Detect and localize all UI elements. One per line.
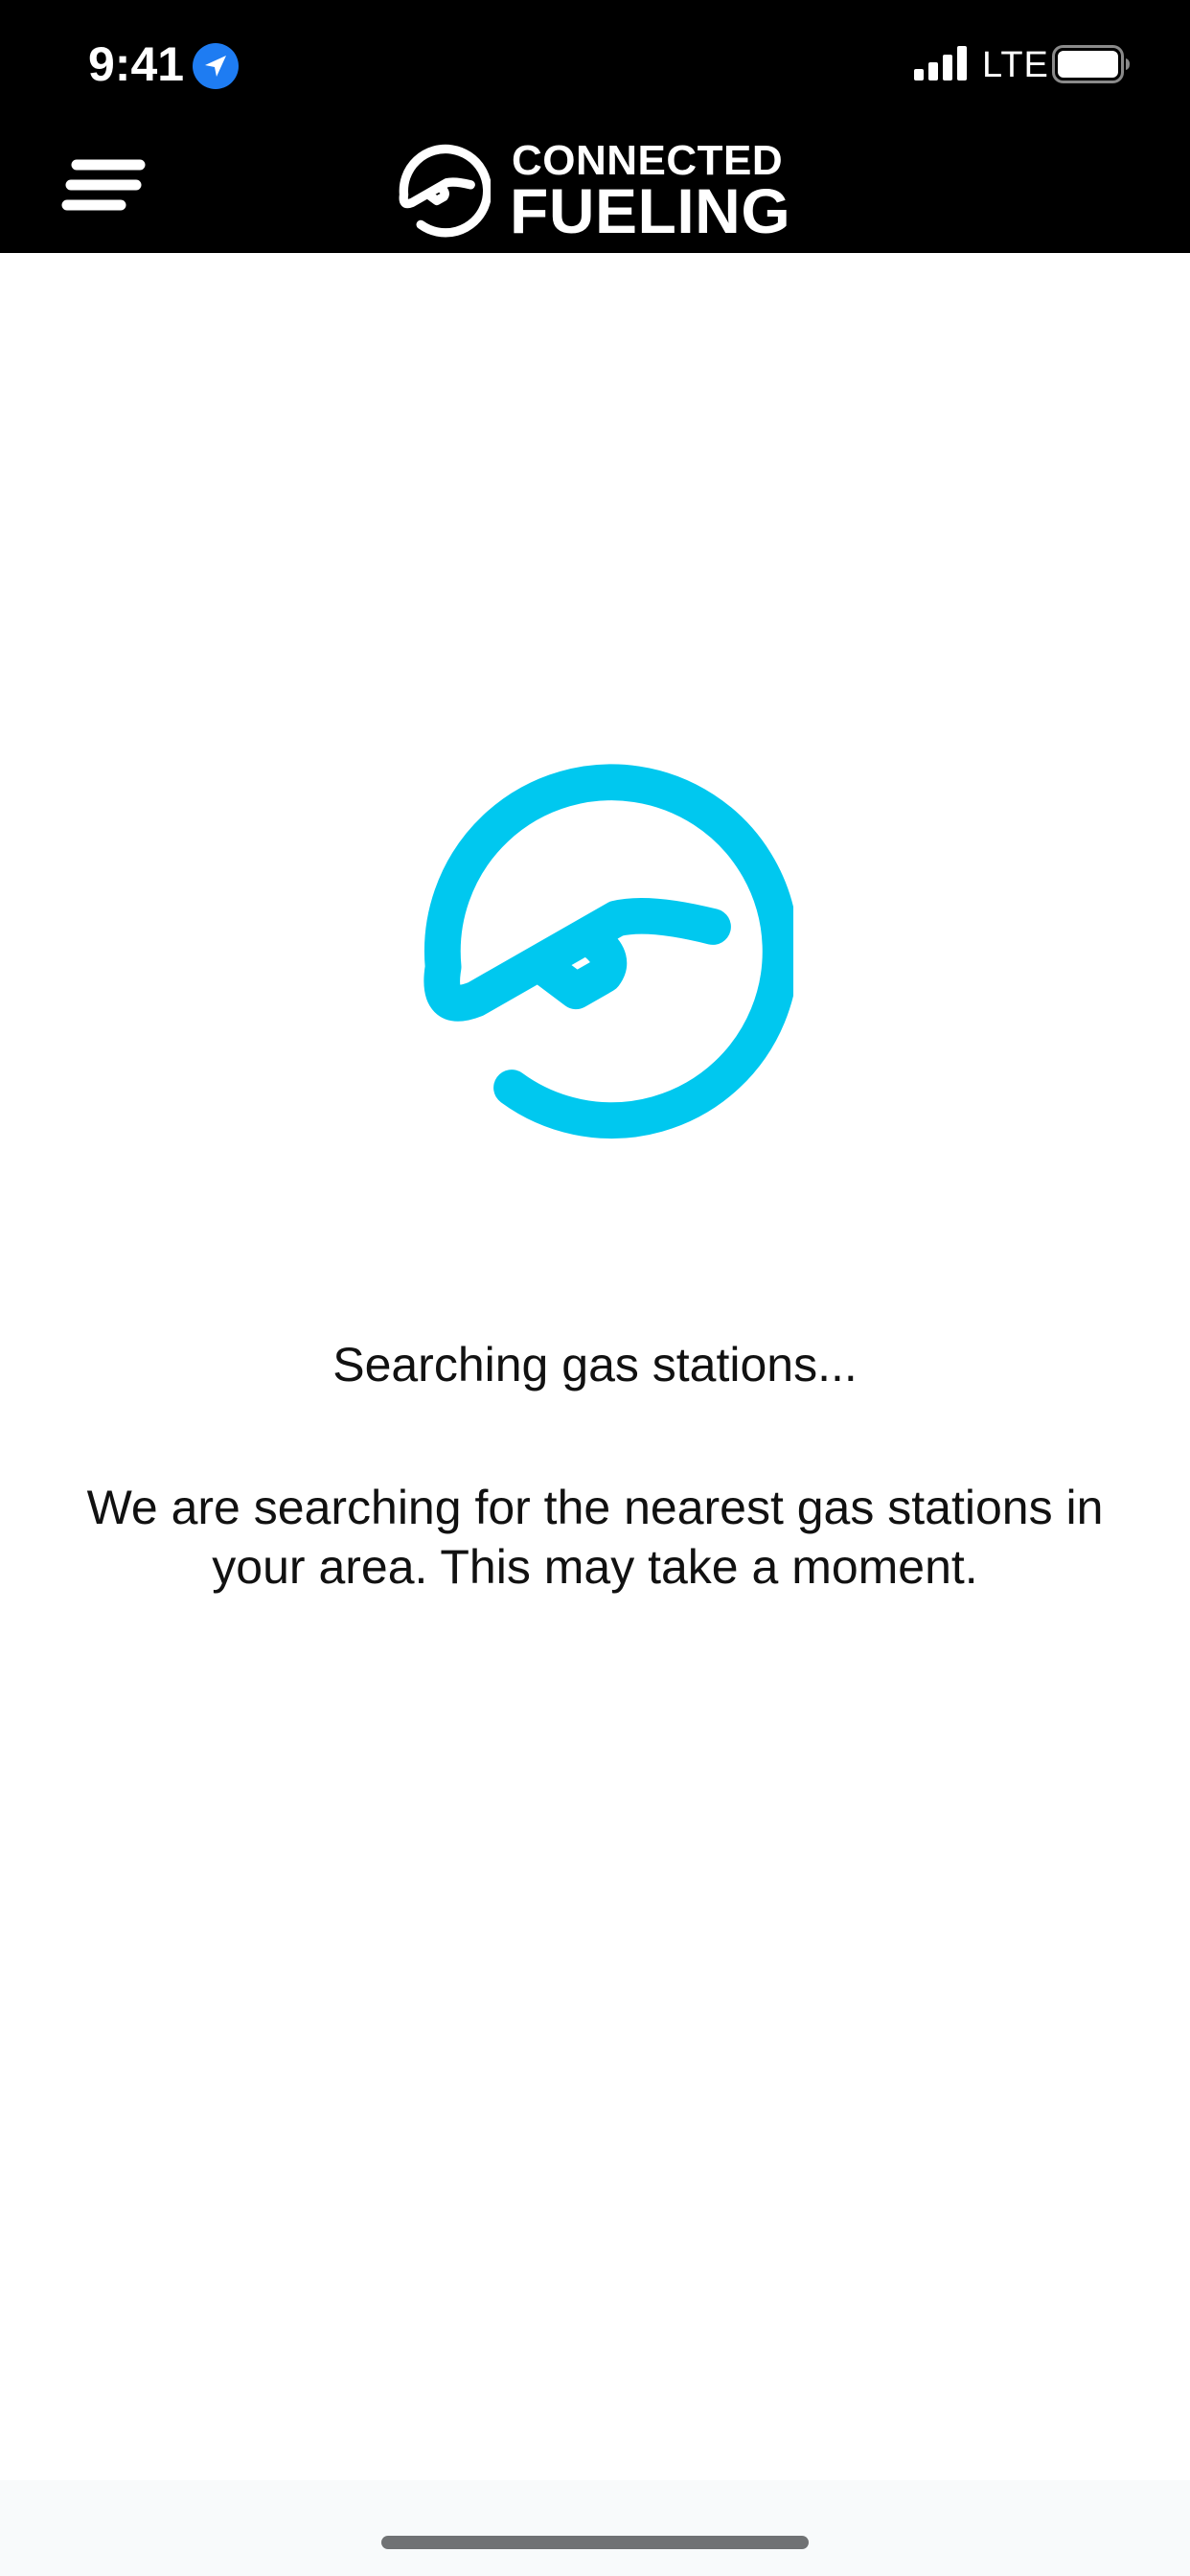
menu-button[interactable] xyxy=(54,146,159,232)
top-bar: 9:41 LTE CONNECTED FUELING xyxy=(0,0,1190,253)
connected-fueling-logo-icon xyxy=(423,764,793,1138)
location-arrow-icon xyxy=(193,43,239,89)
brand-logo: CONNECTED FUELING xyxy=(391,138,812,245)
loading-title: Searching gas stations... xyxy=(332,1338,858,1392)
brand-name-line2: FUELING xyxy=(510,175,791,246)
loading-message: We are searching for the nearest gas sta… xyxy=(86,1481,1104,1594)
status-bar: 9:41 LTE xyxy=(0,0,1190,128)
bottom-safe-area xyxy=(0,2480,1190,2576)
app-screen: 9:41 LTE CONNECTED FUELING Searching gas… xyxy=(0,0,1190,2576)
connected-fueling-logo-icon xyxy=(399,144,491,238)
battery-full-icon xyxy=(1052,45,1130,83)
cellular-signal-icon xyxy=(914,46,967,80)
network-type-label: LTE xyxy=(982,45,1049,85)
status-time: 9:41 xyxy=(88,37,185,91)
home-indicator[interactable] xyxy=(381,2536,809,2549)
hamburger-menu-icon xyxy=(61,159,146,211)
